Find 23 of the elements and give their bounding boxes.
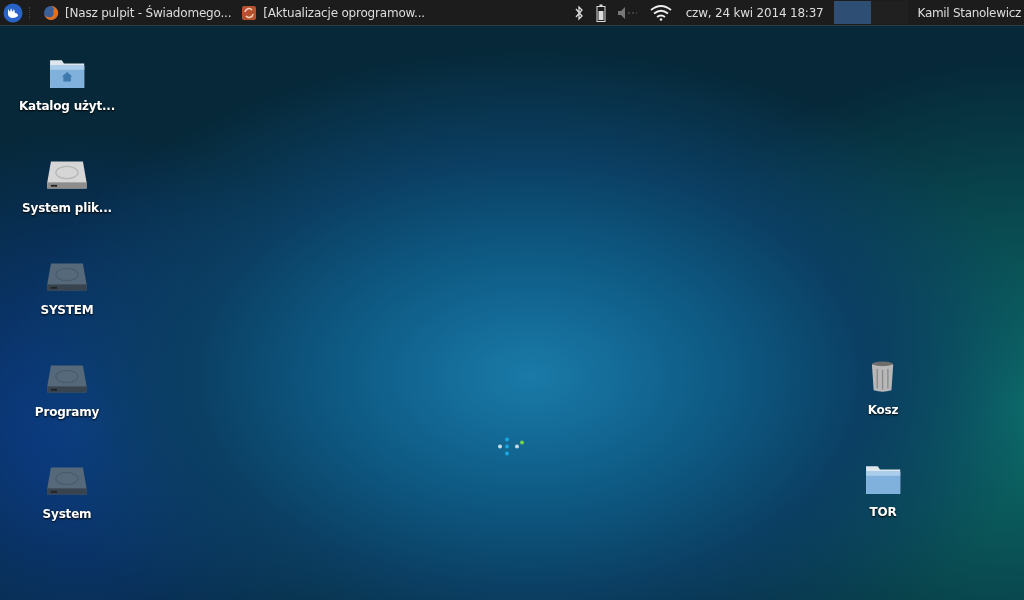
app-menu-icon[interactable] — [3, 2, 23, 23]
desktop-icon-label[interactable]: TOR — [869, 505, 897, 519]
globe-icon — [43, 4, 59, 21]
hard-drive-icon[interactable] — [46, 159, 88, 191]
desktop-icon-label[interactable]: System plik... — [22, 201, 112, 215]
clock[interactable]: czw, 24 kwi 2014 18:37 — [685, 5, 824, 20]
trash-icon[interactable] — [871, 361, 895, 393]
desktop-icon-label[interactable]: Katalog użyt... — [18, 99, 116, 113]
refresh-icon — [241, 4, 258, 21]
speaker-icon[interactable] — [617, 6, 638, 19]
folder-icon[interactable] — [48, 57, 86, 89]
folder-icon[interactable] — [864, 463, 902, 495]
wifi-icon[interactable] — [649, 4, 672, 21]
desktop-icon-label[interactable]: SYSTEM — [40, 303, 94, 317]
spinner-drawing — [497, 437, 525, 457]
battery-icon[interactable] — [595, 3, 606, 22]
desktop-icon-label[interactable]: Kosz — [867, 403, 899, 417]
taskbar-button[interactable]: [Nasz pulpit - Świadomego... — [39, 0, 238, 25]
desktop-icon-label[interactable]: System — [42, 507, 92, 521]
bluetooth-icon[interactable] — [573, 4, 584, 21]
desktop-icon-label[interactable]: Programy — [34, 405, 100, 419]
user-name[interactable]: Kamil Stanolewicz — [917, 5, 1021, 20]
taskbar-button[interactable]: [Aktualizacje oprogramow... — [237, 0, 431, 25]
